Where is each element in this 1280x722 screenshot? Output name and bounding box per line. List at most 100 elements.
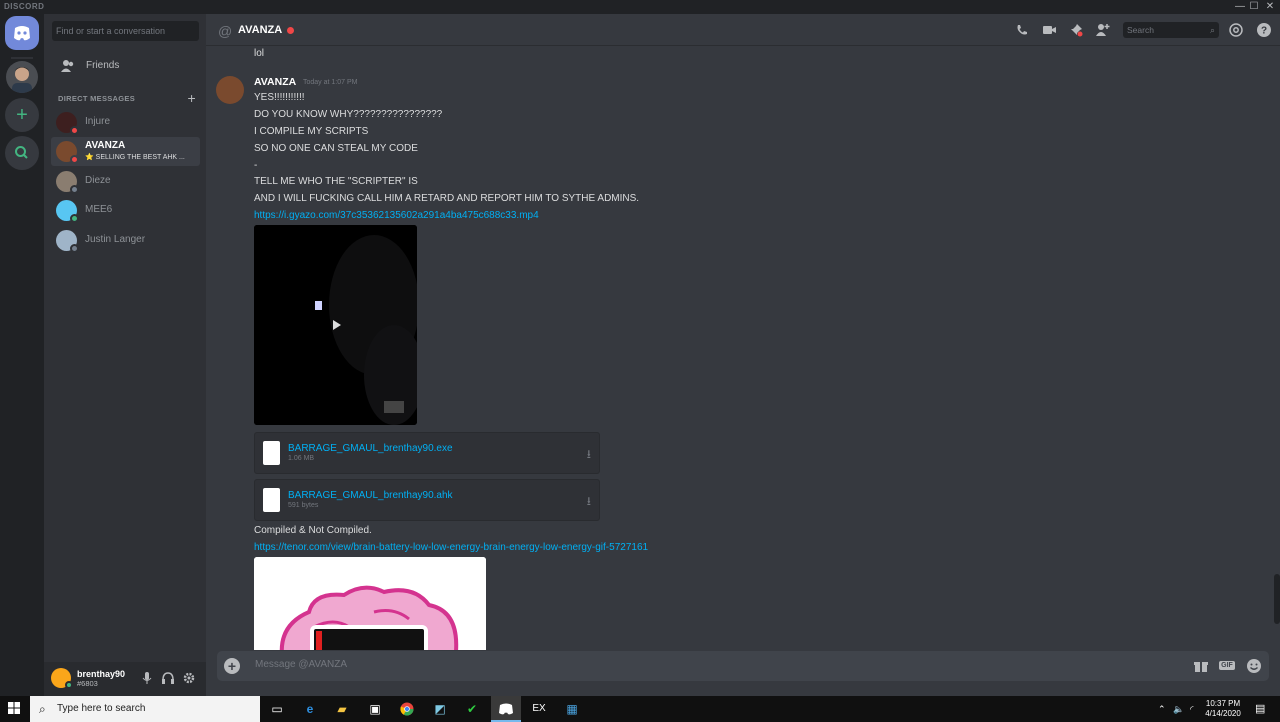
file-name-link[interactable]: BARRAGE_GMAUL_brenthay90.exe <box>288 443 453 454</box>
discord-window: DISCORD — ☐ ✕ + Find or start a conversa… <box>0 0 1280 722</box>
server-rail: + <box>0 14 44 696</box>
message-input[interactable]: Message @AVANZA <box>255 659 347 670</box>
message-text: Compiled & Not Compiled. <box>254 525 372 536</box>
scrollbar-thumb[interactable] <box>1274 574 1280 624</box>
file-attachment: BARRAGE_GMAUL_brenthay90.ahk 591 bytes ⭳ <box>254 479 600 521</box>
file-name-link[interactable]: BARRAGE_GMAUL_brenthay90.ahk <box>288 490 453 501</box>
author-avatar[interactable] <box>216 76 244 104</box>
status-indicator <box>70 214 79 223</box>
close-button[interactable]: ✕ <box>1258 0 1280 14</box>
windows-taskbar: ⌕ Type here to search ▭ e ▰ ▣ ◩ ✔ EX ▦ ⌃… <box>0 696 1280 722</box>
title-bar: DISCORD — ☐ ✕ <box>0 0 1280 14</box>
chevron-up-icon[interactable]: ⌃ <box>1158 696 1166 722</box>
file-icon <box>263 488 280 512</box>
headphones-icon[interactable] <box>161 671 175 685</box>
header-search-input[interactable]: Search ⌕ <box>1123 22 1219 38</box>
help-icon[interactable]: ? <box>1256 22 1272 38</box>
dm-item-mee6[interactable]: MEE6 <box>51 196 200 225</box>
video-embed[interactable] <box>254 225 417 425</box>
home-button[interactable] <box>5 16 39 50</box>
gift-icon[interactable] <box>1193 658 1209 674</box>
notifications-icon[interactable]: ▤ <box>1255 696 1265 722</box>
chrome-icon[interactable] <box>392 696 422 722</box>
dm-item-injure[interactable]: Injure <box>51 108 200 137</box>
ex-app-icon[interactable]: EX <box>524 696 554 722</box>
custom-status: ⭐ SELLING THE BEST AHK ... <box>85 154 185 161</box>
svg-text:?: ? <box>1261 26 1267 37</box>
video-thumbnail <box>254 225 417 425</box>
add-server-button[interactable]: + <box>5 98 39 132</box>
rail-separator <box>11 57 33 59</box>
dm-sidebar: Find or start a conversation Friends DIR… <box>44 14 206 696</box>
dnd-status-icon <box>287 27 294 34</box>
emoji-icon[interactable] <box>1246 658 1262 674</box>
message-text: DO YOU KNOW WHY???????????????? <box>254 109 443 120</box>
store-icon[interactable]: ▣ <box>360 696 390 722</box>
explore-servers-button[interactable] <box>5 136 39 170</box>
clock-date: 4/14/2020 <box>1205 709 1241 718</box>
person-avatar-icon <box>12 67 32 93</box>
message-list: lol AVANZA Today at 1:07 PM YES!!!!!!!!!… <box>206 46 1280 650</box>
file-size: 591 bytes <box>288 502 319 509</box>
checkmark-app-icon[interactable]: ✔ <box>457 696 487 722</box>
add-friend-icon[interactable] <box>1095 22 1111 38</box>
task-view-icon[interactable]: ▭ <box>262 696 292 722</box>
dm-name: MEE6 <box>85 204 113 215</box>
message-link[interactable]: https://i.gyazo.com/37c35362135602a291a4… <box>254 210 539 221</box>
pin-icon[interactable] <box>1068 22 1084 38</box>
direct-messages-header: DIRECT MESSAGES + <box>58 90 196 106</box>
status-indicator <box>70 126 79 135</box>
volume-icon[interactable]: 🔈 <box>1173 696 1184 722</box>
notepad-icon[interactable]: ◩ <box>425 696 455 722</box>
search-icon: ⌕ <box>39 702 46 716</box>
channel-title: AVANZA <box>238 24 283 36</box>
at-icon: @ <box>218 23 233 39</box>
file-explorer-icon[interactable]: ▰ <box>327 696 357 722</box>
brain-gif-thumbnail <box>254 557 486 650</box>
edge-browser-icon[interactable]: e <box>295 696 325 722</box>
microphone-icon[interactable] <box>140 671 154 685</box>
download-icon[interactable]: ⭳ <box>587 492 591 513</box>
file-icon <box>263 441 280 465</box>
taskbar-search-input[interactable]: ⌕ Type here to search <box>30 696 260 722</box>
friends-nav-item[interactable]: Friends <box>51 56 199 76</box>
dm-item-dieze[interactable]: Dieze <box>51 167 200 196</box>
gif-embed[interactable] <box>254 557 486 650</box>
find-conversation-input[interactable]: Find or start a conversation <box>52 21 199 41</box>
create-dm-button[interactable]: + <box>188 90 196 106</box>
dm-name: Injure <box>85 116 111 127</box>
mention-icon[interactable] <box>1228 22 1244 38</box>
user-tag: #6803 <box>77 679 98 688</box>
gif-label: GIF <box>1219 661 1235 670</box>
scrollbar[interactable] <box>1274 54 1280 644</box>
discord-taskbar-icon[interactable] <box>491 696 521 722</box>
upload-plus-icon[interactable]: + <box>224 658 240 674</box>
wifi-icon[interactable]: ◜ <box>1190 696 1194 722</box>
call-icon[interactable] <box>1014 22 1030 38</box>
status-indicator <box>70 244 79 253</box>
friends-label: Friends <box>86 60 120 71</box>
user-panel: brenthay90 #6803 <box>44 662 206 696</box>
gif-button[interactable]: GIF <box>1219 658 1235 674</box>
dm-item-justin-langer[interactable]: Justin Langer <box>51 226 200 255</box>
dm-header-label: DIRECT MESSAGES <box>58 94 136 103</box>
message-text: AND I WILL FUCKING CALL HIM A RETARD AND… <box>254 193 640 204</box>
friends-icon <box>61 60 74 72</box>
message-author[interactable]: AVANZA <box>254 76 296 88</box>
windows-start-icon[interactable] <box>8 702 20 717</box>
download-icon[interactable]: ⭳ <box>587 445 591 466</box>
dm-name: Justin Langer <box>85 234 146 245</box>
clock-time: 10:37 PM <box>1205 699 1241 708</box>
message-text: YES!!!!!!!!!!! <box>254 92 305 103</box>
message-link[interactable]: https://tenor.com/view/brain-battery-low… <box>254 542 648 553</box>
dm-item-avanza[interactable]: AVANZA ⭐ SELLING THE BEST AHK ... <box>51 137 200 166</box>
photos-app-icon[interactable]: ▦ <box>557 696 587 722</box>
video-call-icon[interactable] <box>1041 22 1057 38</box>
server-avatar[interactable] <box>6 61 38 93</box>
discord-logo-icon <box>14 26 30 41</box>
message-text: TELL ME WHO THE "SCRIPTER" IS <box>254 176 418 187</box>
dm-name: AVANZA <box>85 140 126 151</box>
system-clock[interactable]: 10:37 PM 4/14/2020 <box>1198 699 1248 719</box>
settings-gear-icon[interactable] <box>182 671 196 685</box>
search-placeholder: Search <box>1127 25 1154 35</box>
